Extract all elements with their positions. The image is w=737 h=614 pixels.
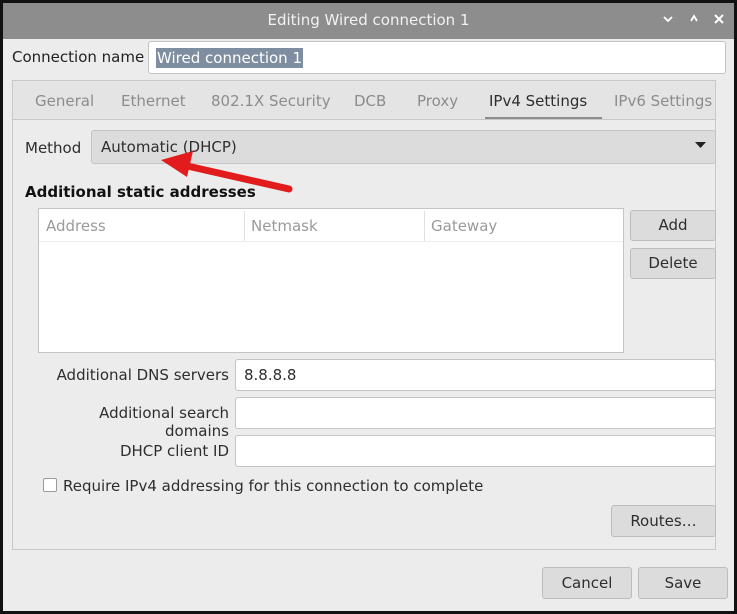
static-addresses-table[interactable]: Address Netmask Gateway (38, 208, 624, 353)
close-icon[interactable] (710, 12, 728, 30)
connection-name-input[interactable]: Wired connection 1 (148, 41, 726, 74)
static-addresses-title: Additional static addresses (25, 183, 256, 201)
dns-servers-input[interactable]: 8.8.8.8 (235, 359, 716, 391)
triangle-down-icon (694, 138, 707, 155)
tab-bar: General Ethernet 802.1X Security DCB Pro… (12, 80, 716, 120)
connection-name-value: Wired connection 1 (156, 48, 303, 68)
dhcp-client-id-input[interactable] (235, 435, 716, 467)
column-gateway: Gateway (431, 217, 498, 235)
column-separator (244, 211, 245, 241)
column-netmask: Netmask (251, 217, 318, 235)
tab-ipv4-settings[interactable]: IPv4 Settings (489, 92, 587, 110)
tab-general[interactable]: General (35, 92, 94, 110)
title-bar[interactable]: Editing Wired connection 1 (3, 3, 734, 39)
require-ipv4-label[interactable]: Require IPv4 addressing for this connect… (63, 477, 483, 495)
add-address-button[interactable]: Add (630, 210, 716, 241)
tab-dcb[interactable]: DCB (354, 92, 386, 110)
tab-ethernet[interactable]: Ethernet (121, 92, 186, 110)
method-label: Method (25, 139, 82, 157)
tab-8021x-security[interactable]: 802.1X Security (211, 92, 331, 110)
column-address: Address (46, 217, 106, 235)
header-divider (39, 241, 623, 242)
tab-ipv6-settings[interactable]: IPv6 Settings (614, 92, 712, 110)
delete-address-button[interactable]: Delete (630, 248, 716, 279)
save-button[interactable]: Save (638, 567, 728, 599)
search-domains-label: Additional search domains (99, 404, 229, 440)
connection-name-label: Connection name (12, 48, 145, 66)
search-domains-input[interactable] (235, 397, 716, 429)
column-separator (424, 211, 425, 241)
dns-servers-label: Additional DNS servers (56, 366, 229, 384)
dhcp-client-id-label: DHCP client ID (119, 442, 229, 460)
tab-proxy[interactable]: Proxy (417, 92, 458, 110)
cancel-button[interactable]: Cancel (542, 567, 632, 599)
require-ipv4-checkbox[interactable] (43, 478, 57, 492)
maximize-icon[interactable] (685, 12, 703, 30)
dialog-window: Editing Wired connection 1 Connection na… (0, 0, 737, 614)
routes-button[interactable]: Routes… (611, 505, 716, 537)
dns-servers-value: 8.8.8.8 (244, 366, 297, 384)
chevron-down-icon[interactable] (659, 12, 677, 30)
window-title: Editing Wired connection 1 (267, 11, 470, 29)
